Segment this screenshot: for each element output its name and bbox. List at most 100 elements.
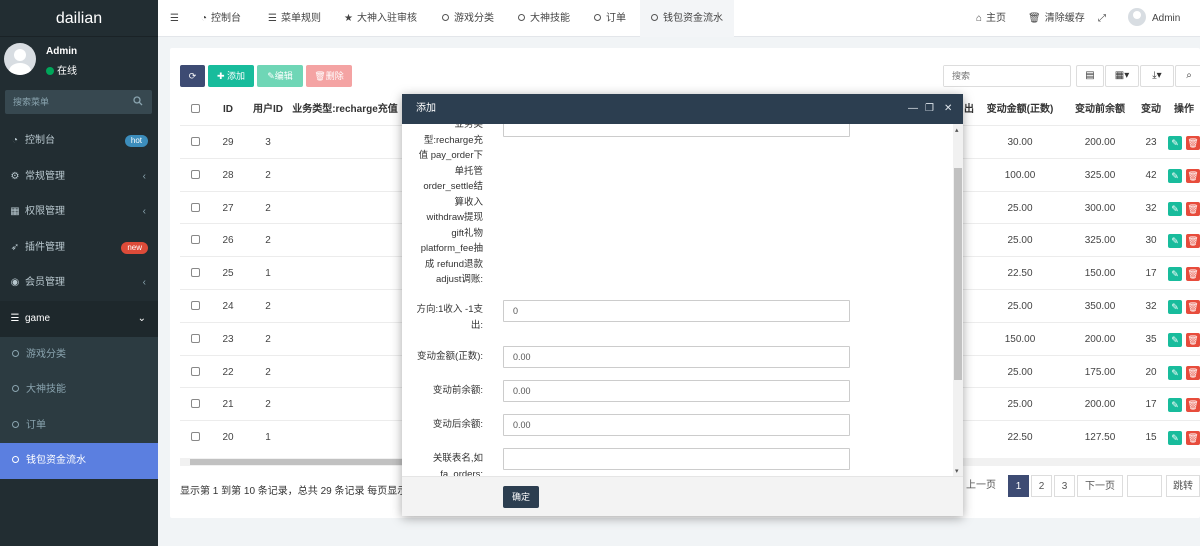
table-search-input[interactable]	[944, 66, 1064, 86]
row-checkbox[interactable]	[180, 159, 210, 192]
row-edit-icon[interactable]: ✎	[1168, 300, 1182, 314]
row-checkbox[interactable]	[180, 126, 210, 159]
col-header-after[interactable]: 变动	[1138, 95, 1164, 125]
tab-wallet-flow[interactable]: 钱包资金流水	[640, 0, 734, 37]
row-edit-icon[interactable]: ✎	[1168, 201, 1182, 216]
row-delete-icon[interactable]: 🗑	[1186, 234, 1200, 249]
sidebar-search-input[interactable]	[5, 90, 125, 114]
search-icon[interactable]: ⌕	[1175, 65, 1200, 87]
label-line: 业务类	[454, 124, 483, 130]
sidebar-item-label: 权限管理	[25, 206, 65, 218]
col-header-id[interactable]: ID	[210, 95, 246, 125]
sidebar-item-dashboard[interactable]: ◔ 控制台 hot	[0, 123, 158, 159]
tab-dashboard[interactable]: ◔ 控制台	[201, 0, 241, 37]
sidebar-item-orders[interactable]: 订单	[0, 408, 158, 444]
tab-label: 订单	[606, 13, 626, 24]
sidebar-item-members[interactable]: ◉ 会员管理 ‹	[0, 265, 158, 301]
row-edit-icon[interactable]: ✎	[1168, 168, 1182, 183]
row-delete-icon[interactable]: 🗑	[1186, 431, 1200, 446]
row-edit-icon[interactable]: ✎	[1168, 234, 1182, 249]
tab-orders[interactable]: 订单	[594, 0, 626, 37]
col-header-user-id[interactable]: 用户ID	[246, 95, 290, 125]
row-edit-icon[interactable]: ✎	[1168, 267, 1182, 282]
close-icon[interactable]: ✕	[944, 94, 952, 124]
tab-master-review[interactable]: ★ 大神入驻审核	[344, 0, 417, 37]
cell-amount: 150.00	[1004, 333, 1036, 345]
cell-id: 29	[222, 137, 234, 148]
row-delete-icon[interactable]: 🗑	[1186, 267, 1200, 282]
sidebar-item-skills[interactable]: 大神技能	[0, 372, 158, 408]
row-checkbox[interactable]	[180, 421, 210, 454]
sidebar-item-plugins[interactable]: ➶ 插件管理 new	[0, 230, 158, 266]
row-edit-icon[interactable]: ✎	[1168, 365, 1182, 380]
row-checkbox[interactable]	[180, 192, 210, 225]
row-delete-icon[interactable]: 🗑	[1186, 300, 1200, 314]
row-checkbox[interactable]	[180, 224, 210, 257]
direction-field[interactable]: 0	[503, 300, 850, 322]
col-header-amount[interactable]: 变动金额(正数)	[980, 95, 1060, 125]
export-icon[interactable]: ⤓▾	[1140, 65, 1174, 87]
row-checkbox[interactable]	[180, 356, 210, 389]
row-delete-icon[interactable]: 🗑	[1186, 398, 1200, 413]
row-checkbox[interactable]	[180, 257, 210, 290]
sidebar-item-game-category[interactable]: 游戏分类	[0, 337, 158, 373]
fullscreen-icon[interactable]: ⤢	[1098, 0, 1106, 37]
row-delete-icon[interactable]: 🗑	[1186, 136, 1200, 150]
row-checkbox[interactable]	[180, 290, 210, 323]
sidebar-item-wallet-flow[interactable]: 钱包资金流水	[0, 443, 158, 479]
sidebar-item-label: 钱包资金流水	[26, 455, 86, 467]
biz-type-select[interactable]	[503, 124, 850, 137]
add-button[interactable]: ✚ 添加	[208, 65, 254, 87]
row-edit-icon[interactable]: ✎	[1168, 136, 1182, 150]
clear-cache-button[interactable]: 🗑 清除缓存	[1028, 0, 1085, 37]
prev-page-button[interactable]: 上一页	[961, 475, 1001, 497]
scroll-up-icon[interactable]: ▴	[955, 126, 959, 134]
before-balance-field[interactable]: 0.00	[503, 380, 850, 402]
maximize-icon[interactable]: ❐	[925, 94, 934, 124]
page-2-button[interactable]: 2	[1031, 475, 1052, 497]
sidebar-item-game[interactable]: ☰ game ⌄	[0, 300, 158, 337]
tab-game-category[interactable]: 游戏分类	[442, 0, 494, 37]
edit-button[interactable]: ✎编辑	[257, 65, 303, 87]
row-delete-icon[interactable]: 🗑	[1186, 201, 1200, 216]
row-edit-icon[interactable]: ✎	[1168, 332, 1182, 347]
menu-toggle-icon[interactable]: ☰	[170, 0, 179, 37]
refresh-button[interactable]: ⟳	[180, 65, 205, 87]
tab-skills[interactable]: 大神技能	[518, 0, 570, 37]
add-label: 添加	[227, 71, 246, 81]
sidebar-item-general[interactable]: ⚙ 常规管理 ‹	[0, 159, 158, 195]
dialog-scrollbar[interactable]: ▴ ▾	[953, 124, 963, 476]
row-delete-icon[interactable]: 🗑	[1186, 332, 1200, 347]
ref-table-field[interactable]	[503, 448, 850, 470]
page-jump-input[interactable]	[1127, 475, 1162, 497]
next-page-button[interactable]: 下一页	[1077, 475, 1123, 497]
new-badge: new	[121, 241, 148, 254]
col-header-biz-type[interactable]: 业务类型:recharge充值	[290, 95, 400, 125]
jump-button[interactable]: 跳转	[1166, 475, 1200, 497]
tab-menu-rules[interactable]: ☰ 菜单规则	[268, 0, 321, 37]
row-delete-icon[interactable]: 🗑	[1186, 365, 1200, 380]
tab-label: 控制台	[211, 13, 242, 24]
confirm-button[interactable]: 确定	[503, 486, 539, 508]
scroll-down-icon[interactable]: ▾	[955, 467, 959, 475]
after-balance-field[interactable]: 0.00	[503, 414, 850, 436]
page-1-button[interactable]: 1	[1008, 475, 1029, 497]
home-link[interactable]: ⌂ 主页	[976, 0, 1006, 37]
page-3-button[interactable]: 3	[1054, 475, 1075, 497]
amount-field[interactable]: 0.00	[503, 346, 850, 368]
col-header-before[interactable]: 变动前余额	[1060, 95, 1140, 125]
search-icon[interactable]	[133, 96, 143, 106]
select-all-checkbox[interactable]	[180, 95, 210, 125]
row-edit-icon[interactable]: ✎	[1168, 398, 1182, 413]
columns-icon[interactable]: ▦▾	[1105, 65, 1139, 87]
row-delete-icon[interactable]: 🗑	[1186, 168, 1200, 183]
brand-logo[interactable]: dailian	[0, 0, 158, 37]
row-edit-icon[interactable]: ✎	[1168, 431, 1182, 446]
sidebar-item-permission[interactable]: ▦ 权限管理 ‹	[0, 194, 158, 230]
toggle-view-icon[interactable]: ▤	[1076, 65, 1104, 87]
admin-menu[interactable]: Admin	[1128, 0, 1180, 37]
delete-button[interactable]: 🗑删除	[306, 65, 352, 87]
row-checkbox[interactable]	[180, 323, 210, 356]
row-checkbox[interactable]	[180, 388, 210, 421]
minimize-icon[interactable]: —	[908, 94, 918, 124]
